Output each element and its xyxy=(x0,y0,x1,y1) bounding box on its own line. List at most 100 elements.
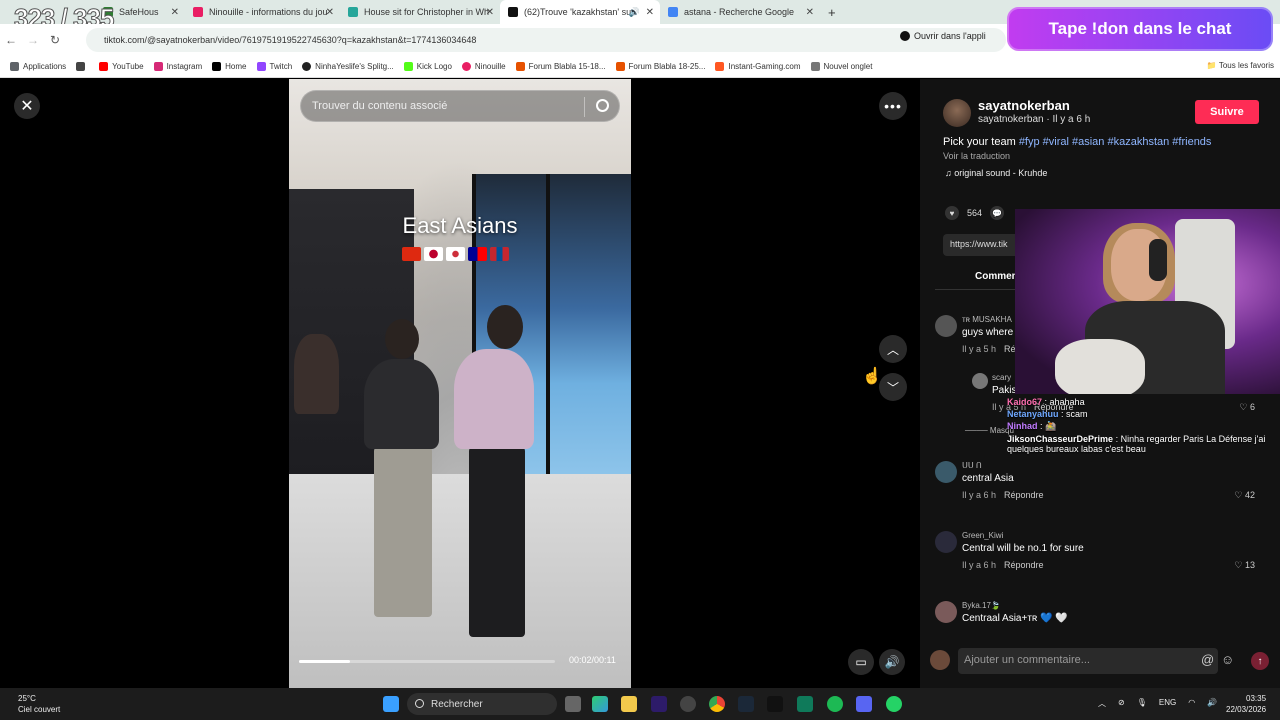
tab-close-icon[interactable]: ✕ xyxy=(806,7,814,18)
commenter-name[interactable]: Green_Kiwi xyxy=(962,531,1003,540)
tab-comments[interactable]: Commen xyxy=(975,271,1018,282)
task-view-icon[interactable] xyxy=(565,696,581,712)
commenter-avatar[interactable] xyxy=(935,461,957,483)
steam-icon[interactable] xyxy=(738,696,754,712)
bookmark-ninouille[interactable]: Ninouille xyxy=(461,62,506,71)
weather-widget[interactable]: 25°C Ciel couvert xyxy=(18,693,60,715)
premiere-icon[interactable] xyxy=(651,696,667,712)
see-translation-link[interactable]: Voir la traduction xyxy=(943,151,1010,161)
author-avatar[interactable] xyxy=(943,99,971,127)
forward-icon[interactable]: → xyxy=(22,33,44,47)
comment-time: Il y a 6 h xyxy=(962,490,997,500)
add-comment-input[interactable]: Ajouter un commentaire... xyxy=(958,648,1218,674)
tab-close-icon[interactable]: ✕ xyxy=(171,7,179,18)
comment-icon[interactable]: 💬 xyxy=(990,206,1005,220)
taskbar-search[interactable]: Rechercher xyxy=(407,693,557,715)
tab-close-icon[interactable]: ✕ xyxy=(646,7,654,18)
address-bar[interactable]: tiktok.com/@sayatnokerban/video/76197519… xyxy=(86,28,1006,52)
commenter-name[interactable]: ᑌᑌ ᑎ xyxy=(962,461,982,470)
bookmark-applications[interactable]: Applications xyxy=(10,62,66,71)
tab-google[interactable]: astana - Recherche Google ✕ xyxy=(660,0,820,24)
bookmark-forum-15-18[interactable]: Forum Blabla 15-18... xyxy=(515,62,606,71)
commenter-avatar[interactable] xyxy=(935,315,957,337)
commenter-avatar[interactable] xyxy=(972,373,988,389)
comment-like[interactable]: ♡ 13 xyxy=(1234,560,1255,571)
mention-icon[interactable]: @ xyxy=(1201,652,1214,667)
bookmark-splitgate[interactable]: NinhaYeslife's Splitg... xyxy=(302,62,394,71)
commenter-name[interactable]: scary xyxy=(992,373,1011,382)
close-icon[interactable]: ✕ xyxy=(14,93,40,119)
chrome-icon[interactable] xyxy=(709,696,725,712)
bookmark-grid[interactable] xyxy=(76,62,89,71)
bookmark-instant-gaming[interactable]: Instant-Gaming.com xyxy=(715,62,801,71)
tab-close-icon[interactable]: ✕ xyxy=(486,7,494,18)
bookmark-kick[interactable]: Kick Logo xyxy=(403,62,452,71)
windows-start-icon[interactable] xyxy=(383,696,399,712)
author-username[interactable]: sayatnokerban xyxy=(978,98,1070,113)
bookmark-label: Kick Logo xyxy=(416,62,452,71)
reply-link[interactable]: Ré xyxy=(1004,344,1016,354)
comment-meta: Il y a 5 h Ré xyxy=(962,344,1016,354)
bookmark-twitch[interactable]: Twitch xyxy=(256,62,292,71)
next-video-icon[interactable]: ﹀ xyxy=(879,373,907,401)
more-options-icon[interactable]: ••• xyxy=(879,92,907,120)
tray-chevron-icon[interactable]: ︿ xyxy=(1098,698,1106,709)
new-tab-button[interactable]: + xyxy=(820,0,842,24)
tab-audio-icon[interactable]: 🔊 xyxy=(629,7,640,18)
all-bookmarks[interactable]: 📁 Tous les favoris xyxy=(1207,61,1274,70)
webcam-knees xyxy=(1055,339,1145,394)
taskbar-clock[interactable]: 03:35 22/03/2026 xyxy=(1226,693,1266,715)
bookmark-home[interactable]: Home xyxy=(212,62,247,71)
emoji-icon[interactable]: ☺ xyxy=(1221,652,1234,667)
discord-icon[interactable] xyxy=(856,696,872,712)
tab-favicon xyxy=(668,7,678,17)
microphone-icon[interactable]: 🎙 xyxy=(1137,698,1147,709)
whatsapp-icon[interactable] xyxy=(886,696,902,712)
commenter-avatar[interactable] xyxy=(935,601,957,623)
video-progress-bar[interactable] xyxy=(299,660,555,663)
picture-in-picture-icon[interactable]: ▭ xyxy=(848,649,874,675)
bookmark-new-tab[interactable]: Nouvel onglet xyxy=(810,62,872,71)
spotify-icon[interactable] xyxy=(827,696,843,712)
copilot-icon[interactable] xyxy=(592,696,608,712)
tiktok-icon[interactable] xyxy=(767,696,783,712)
wifi-icon[interactable]: ◠ xyxy=(1188,698,1195,709)
speaker-icon[interactable]: 🔊 xyxy=(1207,698,1217,709)
bookmark-label: Instagram xyxy=(166,62,203,71)
previous-video-icon[interactable]: ︿ xyxy=(879,335,907,363)
related-search-input[interactable]: Trouver du contenu associé xyxy=(300,90,620,122)
tab-label: House sit for Christopher in Wh xyxy=(364,7,490,17)
tab-close-icon[interactable]: ✕ xyxy=(326,7,334,18)
like-count: 564 xyxy=(967,208,983,218)
caption-hashtags[interactable]: #fyp #viral #asian #kazakhstan #friends xyxy=(1019,136,1212,148)
reload-icon[interactable]: ↻ xyxy=(44,33,66,47)
obs-icon[interactable] xyxy=(680,696,696,712)
author-subline: sayatnokerban · Il y a 6 h xyxy=(978,114,1091,125)
sound-link[interactable]: ♫ original sound - Kruhde xyxy=(945,168,1047,178)
bookmark-instagram[interactable]: Instagram xyxy=(153,62,203,71)
bookmark-forum-18-25[interactable]: Forum Blabla 18-25... xyxy=(615,62,705,71)
reply-link[interactable]: Répondre xyxy=(1004,490,1044,500)
commenter-name[interactable]: ᴛʀ MUSAKHA xyxy=(962,315,1012,324)
comment-like[interactable]: ♡ 42 xyxy=(1234,490,1255,501)
file-explorer-icon[interactable] xyxy=(621,696,637,712)
app-icon[interactable] xyxy=(797,696,813,712)
volume-icon[interactable]: 🔊 xyxy=(879,649,905,675)
network-icon[interactable]: ⊘ xyxy=(1118,698,1125,709)
like-icon[interactable]: ♥ xyxy=(945,206,959,220)
open-app-button[interactable]: Ouvrir dans l'appli xyxy=(900,31,986,41)
reply-link[interactable]: Répondre xyxy=(1004,560,1044,570)
follow-button[interactable]: Suivre xyxy=(1195,100,1259,124)
send-icon[interactable]: ↑ xyxy=(1251,652,1269,670)
bookmark-youtube[interactable]: YouTube xyxy=(99,62,144,71)
tab-ninouille[interactable]: Ninouille - informations du jou ✕ xyxy=(185,0,340,24)
search-icon[interactable] xyxy=(596,99,609,112)
commenter-name[interactable]: Byka.17🍃 xyxy=(962,601,1001,610)
back-icon[interactable]: ← xyxy=(0,33,22,47)
language-indicator[interactable]: ENG xyxy=(1159,698,1176,709)
tab-label: Ninouille - informations du jou xyxy=(209,7,328,17)
tab-house-sit[interactable]: House sit for Christopher in Wh ✕ xyxy=(340,0,500,24)
commenter-avatar[interactable] xyxy=(935,531,957,553)
video-player[interactable]: Trouver du contenu associé East Asians 0… xyxy=(289,79,631,688)
tab-tiktok[interactable]: (62)Trouve 'kazakhstan' sur 🔊 ✕ xyxy=(500,0,660,24)
